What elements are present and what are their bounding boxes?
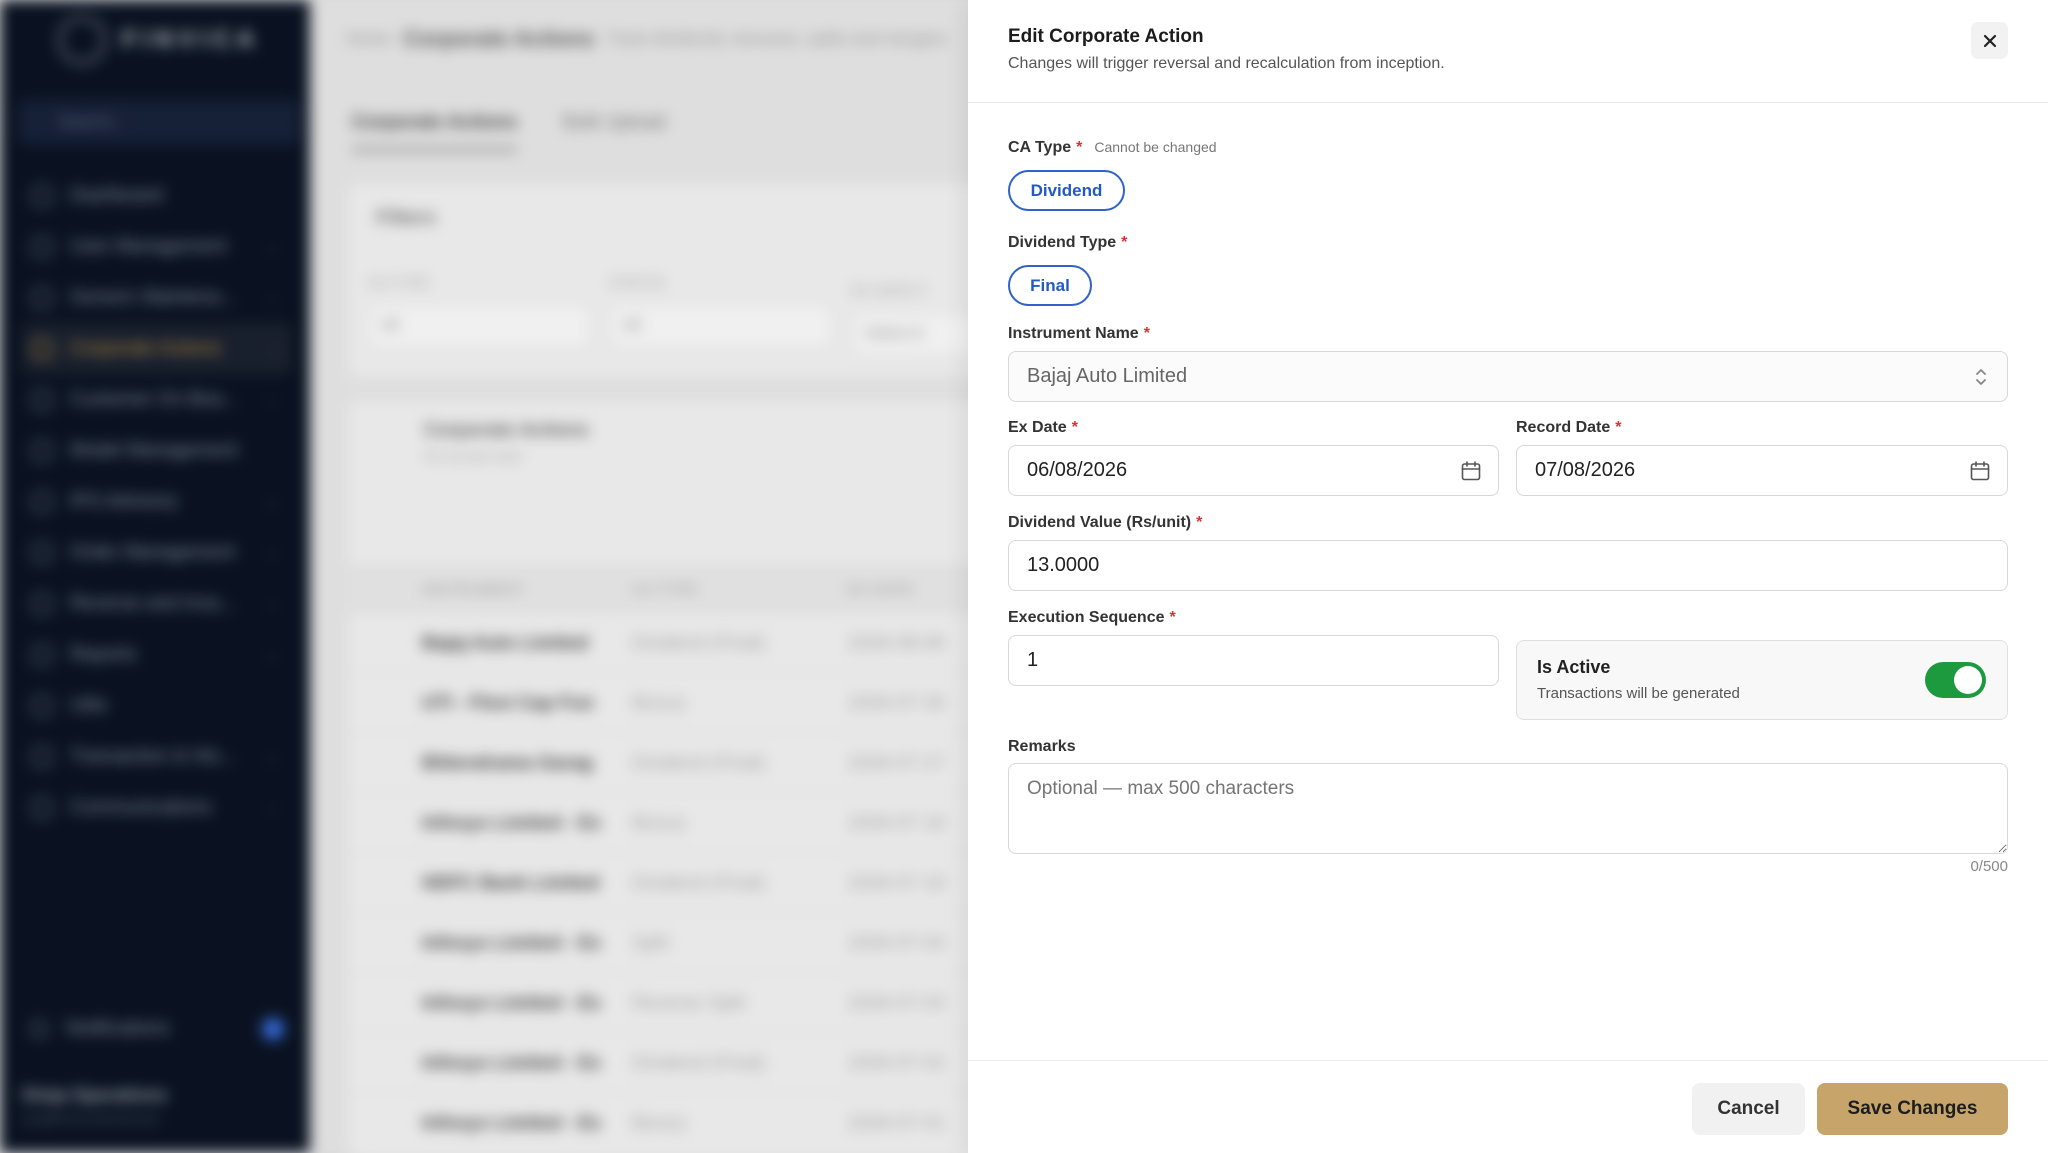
is-active-toggle[interactable] bbox=[1925, 662, 1986, 698]
dividend-value-label: Dividend Value (Rs/unit) * bbox=[1008, 514, 1202, 532]
drawer-title: Edit Corporate Action bbox=[1008, 26, 1204, 47]
ca-type-chip: Dividend bbox=[1008, 170, 1125, 211]
execution-sequence-label: Execution Sequence * bbox=[1008, 609, 1176, 627]
remarks-label-text: Remarks bbox=[1008, 738, 1076, 755]
instrument-label: Instrument Name * bbox=[1008, 325, 1150, 343]
edit-corporate-action-drawer: Edit Corporate Action Changes will trigg… bbox=[968, 0, 2048, 1153]
calendar-icon[interactable] bbox=[1460, 460, 1482, 482]
drawer-subtitle: Changes will trigger reversal and recalc… bbox=[1008, 55, 1445, 72]
cancel-button[interactable]: Cancel bbox=[1692, 1083, 1805, 1135]
drawer-footer: Cancel Save Changes bbox=[968, 1060, 2048, 1153]
toggle-knob bbox=[1954, 666, 1982, 694]
calendar-icon[interactable] bbox=[1969, 460, 1991, 482]
record-date-label: Record Date * bbox=[1516, 419, 1621, 437]
drawer-header: Edit Corporate Action Changes will trigg… bbox=[968, 0, 2048, 103]
ex-date-input[interactable]: 06/08/2026 bbox=[1008, 445, 1499, 496]
record-date-input[interactable]: 07/08/2026 bbox=[1516, 445, 2008, 496]
ca-type-label-text: CA Type bbox=[1008, 139, 1072, 156]
remarks-textarea[interactable] bbox=[1008, 763, 2008, 854]
instrument-select[interactable]: Bajaj Auto Limited bbox=[1008, 351, 2008, 402]
ex-date-label: Ex Date * bbox=[1008, 419, 1078, 437]
ex-date-value: 06/08/2026 bbox=[1027, 459, 1128, 481]
app-root: FINVICA Search... Dashboard User Managem… bbox=[0, 0, 2048, 1153]
dividend-value-value: 13.0000 bbox=[1027, 554, 1100, 576]
required-marker: * bbox=[1615, 419, 1622, 436]
required-marker: * bbox=[1121, 234, 1128, 251]
execution-sequence-value: 1 bbox=[1027, 649, 1039, 671]
ca-type-note: Cannot be changed bbox=[1094, 139, 1217, 155]
dividend-type-label-text: Dividend Type bbox=[1008, 234, 1117, 251]
required-marker: * bbox=[1076, 139, 1083, 156]
ex-date-label-text: Ex Date bbox=[1008, 419, 1067, 436]
required-marker: * bbox=[1169, 609, 1176, 626]
ca-type-label: CA Type * Cannot be changed bbox=[1008, 139, 1217, 157]
is-active-title: Is Active bbox=[1537, 657, 1611, 677]
modal-overlay[interactable] bbox=[0, 0, 968, 1153]
is-active-subtitle: Transactions will be generated bbox=[1537, 685, 1740, 702]
required-marker: * bbox=[1071, 419, 1078, 436]
is-active-card: Is Active Transactions will be generated bbox=[1516, 640, 2008, 720]
required-marker: * bbox=[1143, 325, 1150, 342]
chevron-updown-icon bbox=[1976, 369, 1986, 385]
save-changes-button[interactable]: Save Changes bbox=[1817, 1083, 2008, 1135]
record-date-value: 07/08/2026 bbox=[1535, 459, 1636, 481]
execution-sequence-label-text: Execution Sequence bbox=[1008, 609, 1165, 626]
instrument-label-text: Instrument Name bbox=[1008, 325, 1139, 342]
instrument-value: Bajaj Auto Limited bbox=[1027, 365, 1188, 387]
dividend-value-label-text: Dividend Value (Rs/unit) bbox=[1008, 514, 1192, 531]
dividend-value-input[interactable]: 13.0000 bbox=[1008, 540, 2008, 591]
close-icon bbox=[1983, 34, 1996, 47]
dividend-type-option-final[interactable]: Final bbox=[1008, 265, 1092, 306]
close-button[interactable] bbox=[1971, 22, 2008, 59]
dividend-type-label: Dividend Type * bbox=[1008, 234, 1127, 252]
execution-sequence-input[interactable]: 1 bbox=[1008, 635, 1499, 686]
remarks-label: Remarks bbox=[1008, 738, 1076, 756]
required-marker: * bbox=[1196, 514, 1203, 531]
remarks-char-counter: 0/500 bbox=[1970, 858, 2008, 875]
record-date-label-text: Record Date bbox=[1516, 419, 1611, 436]
